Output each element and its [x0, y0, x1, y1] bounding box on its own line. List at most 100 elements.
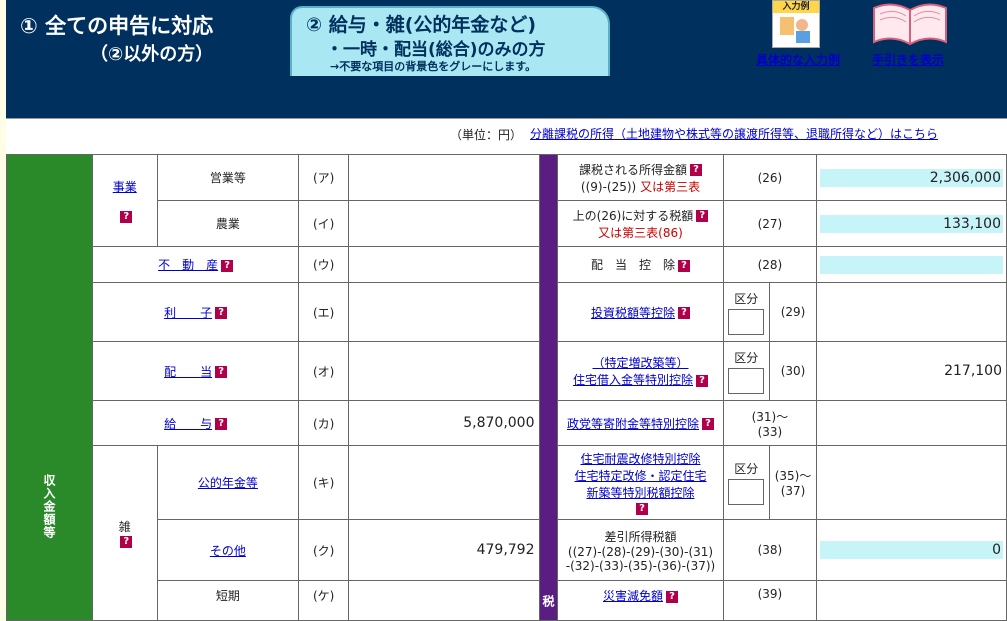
r28-value[interactable] — [820, 255, 1003, 274]
r31-link[interactable]: 政党等寄附金等特別控除 — [567, 417, 699, 431]
haito-input[interactable] — [348, 341, 540, 401]
header: ① 全ての申告に対応 （②以外の方） ② 給与・雑(公的年金など) ・一時・配当… — [0, 0, 1007, 118]
r38-value[interactable]: 0 — [820, 541, 1003, 559]
income-group-label: 収入金額等 — [6, 154, 93, 621]
kyuyo-cell: 給 与? — [91, 400, 300, 446]
r35-link-l2[interactable]: 住宅特定改修・認定住宅 — [574, 469, 706, 483]
r29-code: (29) — [768, 282, 818, 342]
fudosan-link[interactable]: 不 動 産 — [158, 258, 218, 272]
unit-label: （単位：円） — [450, 128, 523, 142]
r29-kubun: 区分 — [722, 282, 770, 342]
haito-link[interactable]: 配 当 — [164, 365, 212, 379]
zatsu-help-icon[interactable]: ? — [120, 536, 133, 548]
r26-help-icon[interactable]: ? — [690, 164, 702, 176]
nenkin-link[interactable]: 公的年金等 — [198, 476, 258, 490]
r39-label: 災害減免額? — [557, 580, 724, 621]
r38-label: 差引所得税額 ((27)-(28)-(29)-(30)-(31) -(32)-(… — [557, 519, 724, 581]
zatsu-label: 雑 — [118, 519, 131, 534]
r29-value[interactable] — [816, 282, 1007, 342]
eigyo-code: (ア) — [298, 154, 350, 201]
r31-help-icon[interactable]: ? — [702, 418, 714, 430]
rishi-help-icon[interactable]: ? — [215, 307, 228, 319]
tab2-base — [292, 74, 606, 76]
r35-kubun: 区分 — [722, 445, 770, 520]
r39-help-icon[interactable]: ? — [666, 590, 678, 603]
r35-link-l1[interactable]: 住宅耐震改修特別控除 — [580, 452, 700, 466]
kyuyo-link[interactable]: 給 与 — [164, 417, 212, 431]
tab2-subtitle: ・一時・配当(総合)のみの方 — [326, 40, 546, 60]
jigyo-link[interactable]: 事業 — [113, 180, 137, 194]
r30-kubun-input[interactable] — [728, 367, 765, 394]
r35-link-l3[interactable]: 新築等特別税額控除 — [586, 486, 694, 500]
guide-link[interactable]: 手引きを表示 — [872, 51, 944, 68]
r26-value-cell: 2,306,000 — [816, 154, 1007, 201]
jigyo-cell: 事業 ? — [92, 154, 158, 247]
r30-help-icon[interactable]: ? — [696, 374, 708, 387]
r26-code: (26) — [722, 154, 818, 201]
eigyo-input[interactable] — [348, 154, 540, 201]
r31-code: (31)～ (33) — [722, 400, 818, 446]
tab1-subtitle: （②以外の方） — [90, 44, 214, 65]
tax-group-label: 税 — [538, 154, 559, 621]
nogyo-code: (イ) — [298, 200, 350, 247]
r30-link-l1[interactable]: （特定増改築等） — [592, 356, 688, 370]
rishi-code: (エ) — [298, 282, 350, 342]
input-example-icon-caption: 入力例 — [773, 1, 819, 13]
nogyo-input[interactable] — [348, 200, 540, 247]
sonota-link[interactable]: その他 — [210, 544, 246, 558]
r26-label: 課税される所得金額? ((9)-(25)) 又は第三表 — [557, 154, 724, 201]
r30-label: （特定増改築等） 住宅借入金等特別控除? — [557, 341, 724, 401]
fudosan-help-icon[interactable]: ? — [221, 259, 234, 272]
r30-kubun: 区分 — [722, 341, 770, 401]
sonota-value[interactable]: 479,792 — [348, 519, 540, 581]
r27-value[interactable]: 133,100 — [820, 214, 1003, 233]
tab2-note: →不要な項目の背景色をグレーにします。 — [330, 60, 537, 73]
tab-salary-misc[interactable]: ② 給与・雑(公的年金など) ・一時・配当(総合)のみの方 →不要な項目の背景色… — [290, 6, 610, 76]
fudosan-cell: 不 動 産? — [91, 246, 300, 283]
r35-kubun-input[interactable] — [728, 479, 765, 505]
r28-label: 配 当 控 除? — [557, 246, 724, 283]
rishi-input[interactable] — [348, 282, 540, 342]
r35-label: 住宅耐震改修特別控除 住宅特定改修・認定住宅 新築等特別税額控除 ? — [557, 445, 724, 520]
r35-value[interactable] — [816, 445, 1007, 520]
jigyo-help-icon[interactable]: ? — [120, 210, 133, 223]
r26-value[interactable]: 2,306,000 — [820, 168, 1003, 187]
tanki-input[interactable] — [348, 580, 540, 621]
r27-help-icon[interactable]: ? — [696, 210, 709, 222]
tanki-label: 短期 — [156, 580, 300, 621]
r30-value[interactable]: 217,100 — [816, 341, 1007, 401]
kyuyo-help-icon[interactable]: ? — [215, 418, 228, 430]
haito-cell: 配 当? — [91, 341, 300, 401]
r29-label: 投資税額等控除? — [557, 282, 724, 342]
r29-kubun-input[interactable] — [728, 308, 765, 335]
tab-all-declarations[interactable]: ① 全ての申告に対応 （②以外の方） — [6, 0, 288, 76]
input-example-icon: 入力例 — [772, 0, 820, 48]
separate-taxation-link[interactable]: 分離課税の所得（土地建物や株式等の譲渡所得等、退職所得など）はこちら — [530, 125, 938, 142]
kyuyo-value[interactable]: 5,870,000 — [348, 400, 540, 446]
zatsu-cell: 雑 ? — [92, 445, 158, 621]
r39-code: (39) — [722, 580, 818, 621]
eigyo-label: 営業等 — [156, 154, 300, 201]
input-example-link[interactable]: 具体的な入力例 — [756, 51, 840, 68]
r35-help-icon[interactable]: ? — [635, 502, 648, 515]
rishi-cell: 利 子? — [91, 282, 300, 342]
r28-value-cell — [816, 246, 1007, 283]
nenkin-input[interactable] — [348, 445, 540, 520]
income-tax-table: 収入金額等 事業 ? 営業等 (ア) 税 課税される所得金額? ((9)-(25… — [6, 154, 1007, 621]
r30-link-l2[interactable]: 住宅借入金等特別控除 — [573, 373, 693, 387]
r31-value[interactable] — [816, 400, 1007, 446]
r28-help-icon[interactable]: ? — [678, 259, 690, 272]
nenkin-code: (キ) — [298, 445, 350, 520]
tab1-title: ① 全ての申告に対応 — [20, 14, 214, 38]
r29-help-icon[interactable]: ? — [678, 307, 690, 319]
sonota-cell: その他 — [156, 519, 300, 581]
r29-link[interactable]: 投資税額等控除 — [591, 306, 675, 320]
sonota-code: (ク) — [298, 519, 350, 581]
fudosan-input[interactable] — [348, 246, 540, 283]
haito-help-icon[interactable]: ? — [215, 366, 228, 378]
r39-link[interactable]: 災害減免額 — [603, 589, 663, 603]
rishi-link[interactable]: 利 子 — [164, 306, 212, 320]
r28-code: (28) — [722, 246, 818, 283]
tab2-title: ② 給与・雑(公的年金など) — [306, 14, 537, 36]
r39-value[interactable] — [816, 580, 1007, 621]
